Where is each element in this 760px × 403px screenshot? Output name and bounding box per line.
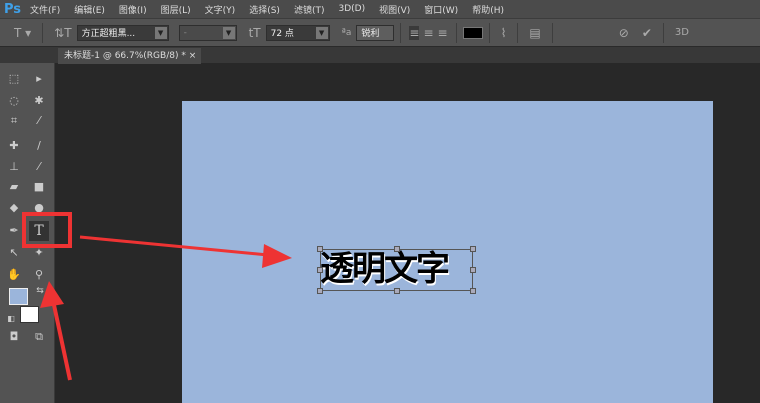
annotation-arrowhead (262, 244, 292, 268)
annotation-arrow-right (79, 235, 269, 257)
annotation-arrowhead (40, 281, 64, 308)
annotation-arrows (40, 235, 292, 381)
annotation-arrow-up (52, 304, 72, 381)
